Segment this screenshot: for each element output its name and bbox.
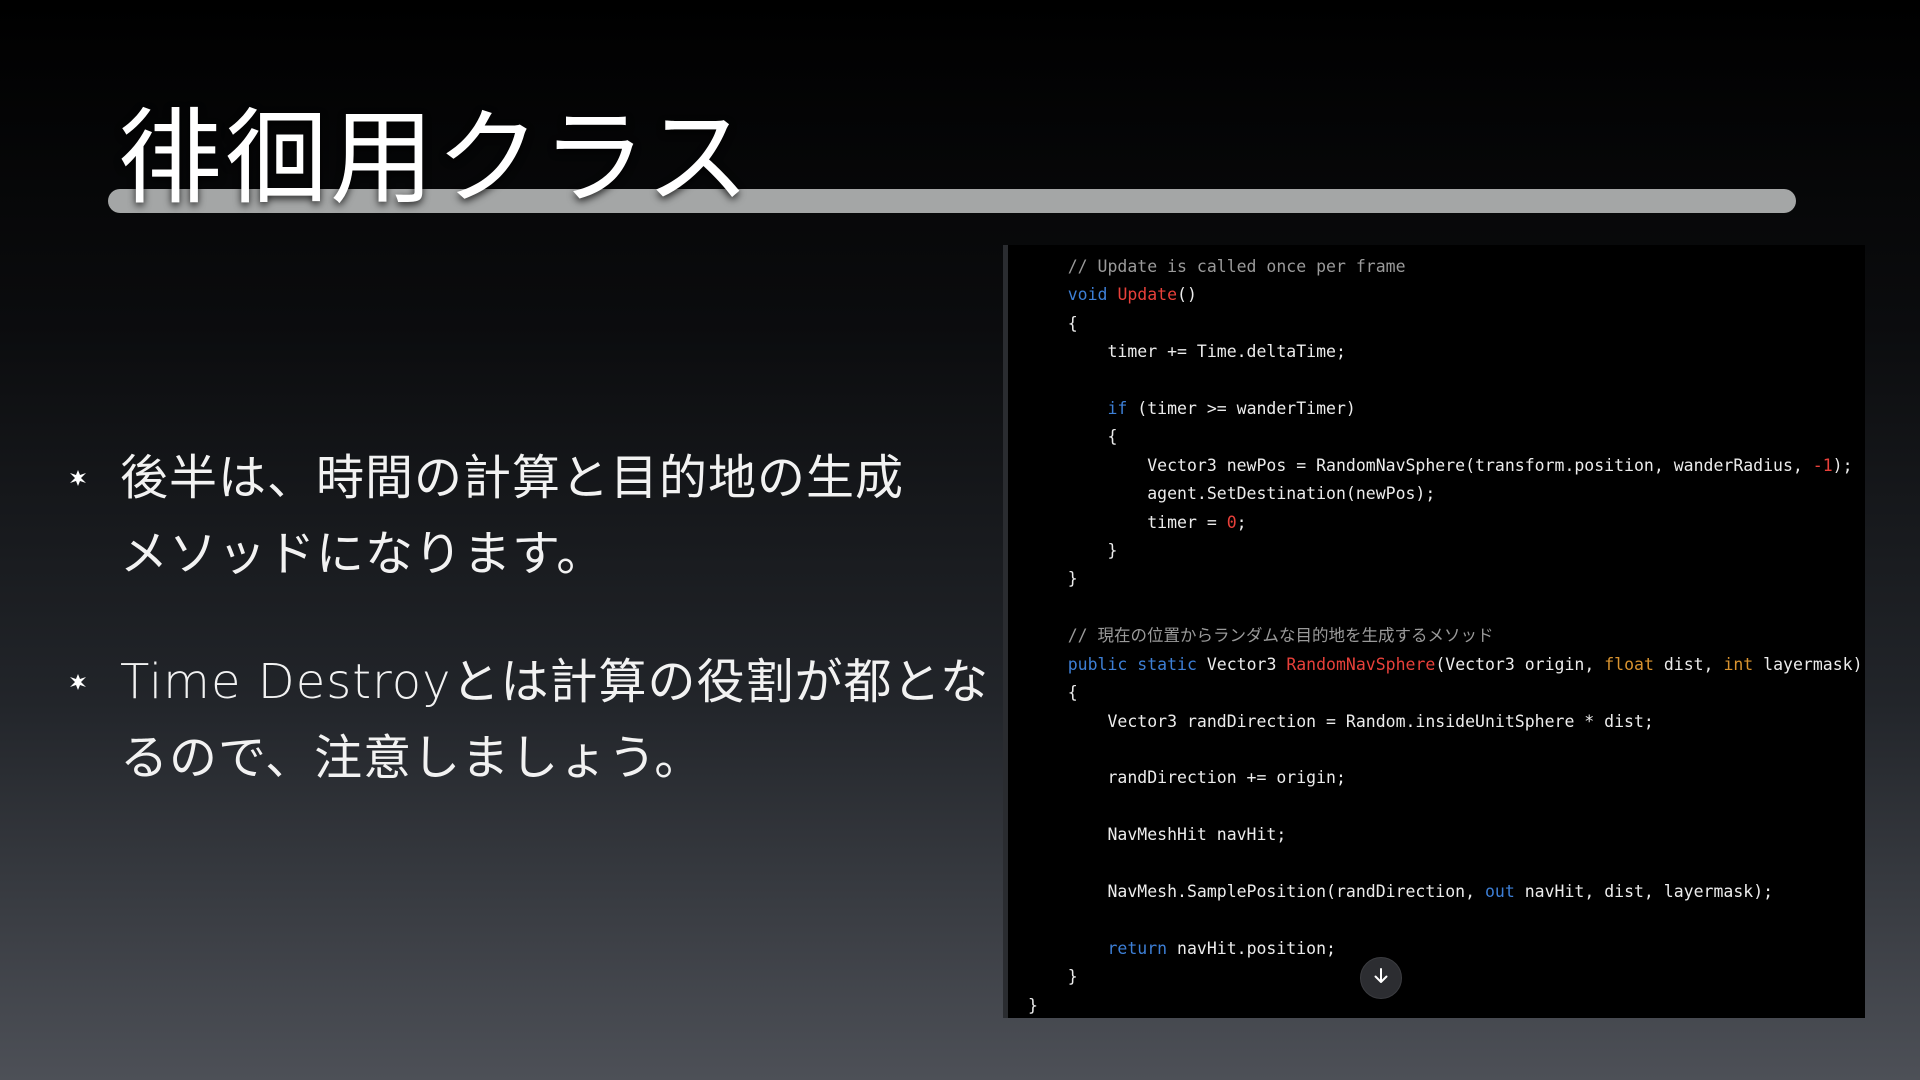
code-block[interactable]: // Update is called once per frame void …: [1003, 245, 1865, 1018]
code-line: timer = 0;: [1028, 509, 1863, 537]
code-token: {: [1107, 427, 1118, 447]
code-line: // 現在の位置からランダムな目的地を生成するメソッド: [1028, 622, 1863, 650]
code-line: }: [1028, 992, 1863, 1018]
code-token: layermask): [1753, 654, 1863, 674]
code-token: ;: [1236, 512, 1247, 532]
code-token: randDirection += origin;: [1107, 768, 1346, 788]
code-line: randDirection += origin;: [1028, 764, 1863, 792]
bullet-line: るので、注意しましょう。: [120, 730, 704, 786]
code-line: NavMeshHit navHit;: [1028, 821, 1863, 849]
code-token: timer += Time.deltaTime;: [1107, 342, 1346, 362]
arrow-down-icon: [1372, 967, 1390, 989]
code-token: return: [1107, 938, 1168, 958]
bullet-line: 後半は、時間の計算と目的地の生成: [120, 450, 905, 506]
code-token: (): [1177, 285, 1197, 305]
code-token: -1: [1812, 455, 1833, 475]
code-line: return navHit.position;: [1028, 935, 1863, 963]
code-line: Vector3 newPos = RandomNavSphere(transfo…: [1028, 452, 1863, 480]
code-line: }: [1028, 565, 1863, 593]
bullet-item: 後半は、時間の計算と目的地の生成 メソッドになります。: [62, 440, 972, 592]
code-token: RandomNavSphere: [1286, 654, 1436, 674]
code-token: }: [1107, 541, 1118, 561]
code-line: agent.SetDestination(newPos);: [1028, 480, 1863, 508]
code-token: (Vector3 origin,: [1435, 654, 1605, 674]
bullet-marker-icon: [70, 674, 86, 690]
code-line: if (timer >= wanderTimer): [1028, 395, 1863, 423]
code-token: NavMesh.SamplePosition(randDirection,: [1107, 881, 1485, 901]
code-token: public: [1067, 654, 1128, 674]
code-token: int: [1723, 654, 1754, 674]
bullet-list: 後半は、時間の計算と目的地の生成 メソッドになります。 Time Destroy…: [62, 440, 990, 848]
scroll-down-button[interactable]: [1360, 957, 1402, 999]
code-token: Update: [1117, 285, 1178, 305]
code-line: {: [1028, 679, 1863, 707]
code-token: Vector3 newPos = RandomNavSphere(transfo…: [1147, 455, 1813, 475]
code-line: {: [1028, 423, 1863, 451]
code-line: }: [1028, 537, 1863, 565]
code-content: // Update is called once per frame void …: [1028, 253, 1863, 1018]
code-token: Vector3 randDirection = Random.insideUni…: [1107, 711, 1654, 731]
code-line: void Update(): [1028, 281, 1863, 309]
code-token: static: [1137, 654, 1197, 674]
code-line: public static Vector3 RandomNavSphere(Ve…: [1028, 651, 1863, 679]
code-line: // Update is called once per frame: [1028, 253, 1863, 281]
code-token: if: [1107, 399, 1128, 419]
code-token: // Update is called once per frame: [1067, 257, 1406, 276]
code-line: NavMesh.SamplePosition(randDirection, ou…: [1028, 878, 1863, 906]
slide-title: 徘徊用クラス: [118, 97, 752, 219]
code-token: float: [1604, 654, 1654, 674]
code-token: }: [1067, 967, 1078, 987]
bullet-item: Time Destroyとは計算の役割が都とな るので、注意しましょう。: [62, 644, 990, 796]
code-token: dist,: [1653, 654, 1724, 674]
code-token: navHit.position;: [1167, 938, 1336, 958]
bullet-line: メソッドになります。: [120, 526, 606, 582]
code-token: );: [1832, 455, 1853, 475]
code-token: }: [1067, 569, 1078, 589]
bullet-marker-icon: [70, 470, 86, 486]
code-token: NavMeshHit navHit;: [1107, 825, 1287, 845]
code-line: {: [1028, 310, 1863, 338]
code-token: {: [1067, 683, 1078, 703]
code-token: // 現在の位置からランダムな目的地を生成するメソッド: [1067, 626, 1494, 646]
bullet-line: Time Destroyとは計算の役割が都とな: [120, 654, 990, 710]
code-line: timer += Time.deltaTime;: [1028, 338, 1863, 366]
code-line: }: [1028, 963, 1863, 991]
code-token: timer =: [1147, 512, 1227, 532]
code-token: {: [1067, 313, 1078, 333]
code-token: 0: [1226, 512, 1237, 532]
code-token: void: [1067, 285, 1108, 305]
code-token: Vector3: [1196, 654, 1287, 674]
code-token: }: [1028, 995, 1038, 1015]
code-token: (timer >= wanderTimer): [1127, 399, 1356, 419]
code-token: agent.SetDestination(newPos);: [1147, 484, 1436, 504]
code-line: Vector3 randDirection = Random.insideUni…: [1028, 708, 1863, 736]
code-token: out: [1484, 881, 1515, 901]
code-token: navHit, dist, layermask);: [1514, 881, 1774, 901]
